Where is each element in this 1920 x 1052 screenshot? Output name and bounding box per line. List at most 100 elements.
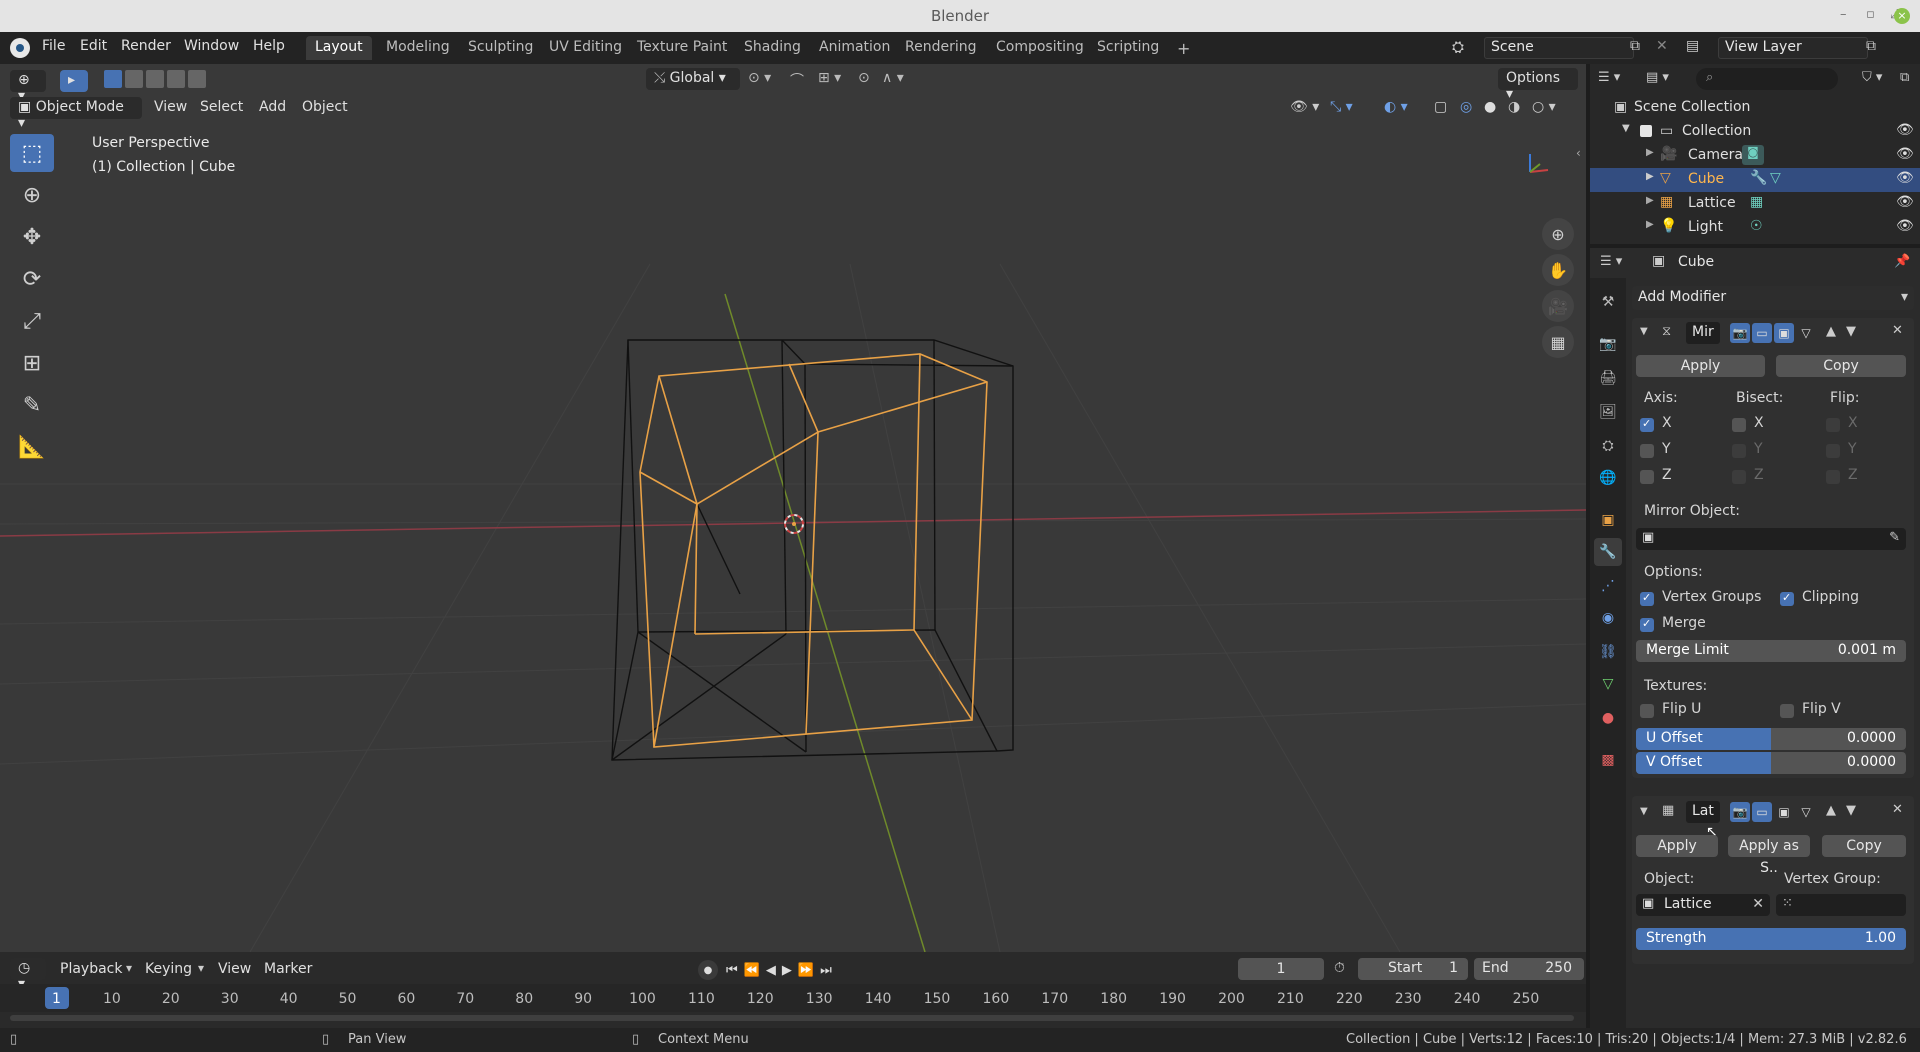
properties-editor-type-icon[interactable]: ☰ ▾ <box>1600 254 1622 269</box>
strength-slider[interactable]: Strength 1.00 <box>1636 928 1906 950</box>
eye-icon[interactable]: 👁 <box>1896 218 1914 234</box>
record-keyframes-icon[interactable]: ● <box>698 960 718 980</box>
viewport-menu-view[interactable]: View <box>154 99 187 115</box>
end-frame-field[interactable]: End 250 <box>1474 958 1584 980</box>
timeline-menu-view[interactable]: View <box>218 961 251 977</box>
gizmo-toggle-icon[interactable]: ⤡ ▾ <box>1330 99 1353 115</box>
transform-tool-icon[interactable]: ⊞ <box>10 344 54 382</box>
transform-orientation-dropdown[interactable]: ⤯ Global ▾ <box>646 68 740 90</box>
outliner-row-camera[interactable]: ▶ 🎥 Camera ◙ 👁 <box>1590 144 1920 168</box>
pin-icon[interactable]: 📌 <box>1894 254 1910 269</box>
merge-checkbox[interactable] <box>1640 617 1654 632</box>
box-select-extend-icon[interactable] <box>125 70 143 88</box>
clear-field-icon[interactable]: ✕ <box>1752 896 1764 912</box>
snap-target-icon[interactable]: ⊞ ▾ <box>818 70 841 86</box>
tab-shading[interactable]: Shading <box>735 36 810 60</box>
prev-keyframe-icon[interactable]: ⏪ <box>744 963 760 978</box>
show-in-viewport-icon[interactable]: ▭ <box>1752 323 1772 343</box>
box-select-subtract-icon[interactable] <box>146 70 164 88</box>
show-in-editmode-icon[interactable]: ▣ <box>1774 802 1794 822</box>
new-collection-icon[interactable]: ⧉ <box>1900 70 1909 85</box>
lattice-object-field[interactable]: ▣ Lattice ✕ <box>1636 894 1770 916</box>
flip-y-checkbox[interactable] <box>1826 444 1840 458</box>
expand-arrow-icon[interactable]: ▶ <box>1646 147 1654 158</box>
outliner-row-cube[interactable]: ▶ ▽ Cube 🔧 ▽ 👁 <box>1590 168 1920 192</box>
xray-toggle-icon[interactable]: ▢ <box>1434 99 1447 115</box>
select-mode-icon[interactable]: ▸ <box>60 70 88 92</box>
timeline-menu-keying[interactable]: Keying <box>145 961 192 977</box>
overlays-toggle-icon[interactable]: ◐ ▾ <box>1384 99 1408 115</box>
stopwatch-icon[interactable]: ⏱ <box>1334 960 1345 976</box>
axis-y-checkbox[interactable] <box>1640 444 1654 458</box>
lattice-name-field[interactable]: Lat <box>1686 801 1720 823</box>
u-offset-slider[interactable]: U Offset 0.0000 <box>1636 728 1906 750</box>
menu-file[interactable]: File <box>42 38 65 54</box>
options-dropdown[interactable]: Options ▾ <box>1498 68 1578 102</box>
lattice-apply-button[interactable]: Apply <box>1636 835 1718 857</box>
tab-animation[interactable]: Animation <box>810 36 899 60</box>
add-workspace-button[interactable]: + <box>1168 36 1199 60</box>
vertex-groups-checkbox[interactable] <box>1640 591 1654 606</box>
filter-icon[interactable]: ⛉ ▾ <box>1862 70 1882 85</box>
eye-icon[interactable]: 👁 <box>1896 146 1914 162</box>
bisect-z-checkbox[interactable] <box>1732 470 1746 484</box>
cursor-tool-icon[interactable]: ⊕ <box>10 176 54 214</box>
tab-texture-icon[interactable]: ▩ <box>1594 746 1622 774</box>
next-keyframe-icon[interactable]: ⏩ <box>798 963 814 978</box>
tab-uv-editing[interactable]: UV Editing <box>540 36 631 60</box>
move-up-icon[interactable]: ▲ <box>1826 803 1836 818</box>
tab-rendering[interactable]: Rendering <box>896 36 986 60</box>
select-box-tool-icon[interactable]: ⬚ <box>10 134 54 172</box>
vertex-group-field[interactable]: ⁙ <box>1776 894 1906 916</box>
modifier-wrench-icon[interactable]: 🔧 <box>1750 170 1767 186</box>
timeline-menu-playback[interactable]: Playback <box>60 961 122 977</box>
blender-logo-icon[interactable] <box>10 38 30 58</box>
mirror-name-field[interactable]: Mir <box>1686 322 1720 344</box>
ortho-toggle-icon[interactable]: ▦ <box>1542 326 1574 358</box>
on-cage-icon[interactable]: ▽ <box>1796 802 1816 822</box>
minimize-icon[interactable]: – <box>1840 7 1847 22</box>
collapse-arrow-icon[interactable]: ▼ <box>1640 806 1648 817</box>
outliner-row-scene-collection[interactable]: ▣ Scene Collection <box>1590 96 1920 120</box>
delete-scene-icon[interactable]: ✕ <box>1656 38 1668 54</box>
camera-view-icon[interactable]: 🎥 <box>1542 290 1574 322</box>
current-frame-field[interactable]: 1 <box>1238 958 1324 980</box>
tab-modifiers-icon[interactable]: 🔧 <box>1594 538 1622 566</box>
tab-texture-paint[interactable]: Texture Paint <box>628 36 736 60</box>
sidebar-toggle-icon[interactable]: ‹ <box>1576 146 1581 160</box>
move-up-icon[interactable]: ▲ <box>1826 324 1836 339</box>
lattice-apply-as-shape-button[interactable]: Apply as S.. <box>1728 835 1810 876</box>
on-cage-icon[interactable]: ▽ <box>1796 323 1816 343</box>
merge-limit-field[interactable]: Merge Limit 0.001 m <box>1636 640 1906 662</box>
tab-compositing[interactable]: Compositing <box>987 36 1093 60</box>
measure-tool-icon[interactable]: 📐 <box>10 428 54 466</box>
tab-sculpting[interactable]: Sculpting <box>459 36 542 60</box>
tab-mesh-data-icon[interactable]: ▽ <box>1594 670 1622 698</box>
tab-output-icon[interactable]: 🖨 <box>1594 364 1622 392</box>
box-select-invert-icon[interactable] <box>167 70 185 88</box>
mirror-copy-button[interactable]: Copy <box>1776 355 1906 377</box>
view-layer-icon[interactable]: ▤ <box>1686 38 1699 54</box>
close-window-icon[interactable]: × <box>1894 8 1910 24</box>
expand-arrow-icon[interactable]: ▶ <box>1646 195 1654 206</box>
play-reverse-icon[interactable]: ◀ <box>766 963 776 978</box>
box-select-new-icon[interactable] <box>104 70 122 88</box>
lattice-data-icon[interactable]: ▦ <box>1750 194 1763 210</box>
menu-window[interactable]: Window <box>184 38 239 54</box>
clipping-checkbox[interactable] <box>1780 591 1794 606</box>
timeline-scrollbar[interactable] <box>10 1015 1574 1021</box>
eye-icon[interactable]: 👁 <box>1896 170 1914 186</box>
menu-edit[interactable]: Edit <box>80 38 107 54</box>
new-view-layer-icon[interactable]: ⧉ <box>1866 38 1876 54</box>
view-layer-field[interactable]: View Layer <box>1718 37 1868 59</box>
3d-viewport[interactable] <box>0 64 1586 952</box>
show-in-render-icon[interactable]: 📷 <box>1730 802 1750 822</box>
tab-scene-icon[interactable]: ⛭ <box>1594 432 1622 460</box>
visibility-icon[interactable]: 👁 ▾ <box>1290 99 1319 115</box>
tab-constraints-icon[interactable]: ⛓ <box>1594 638 1622 666</box>
tab-particles-icon[interactable]: ⋰ <box>1594 572 1622 600</box>
outliner-row-lattice[interactable]: ▶ ▦ Lattice ▦ 👁 <box>1590 192 1920 216</box>
restore-icon[interactable]: ▫ <box>1866 7 1875 22</box>
menu-help[interactable]: Help <box>253 38 285 54</box>
annotate-tool-icon[interactable]: ✎ <box>10 386 54 424</box>
